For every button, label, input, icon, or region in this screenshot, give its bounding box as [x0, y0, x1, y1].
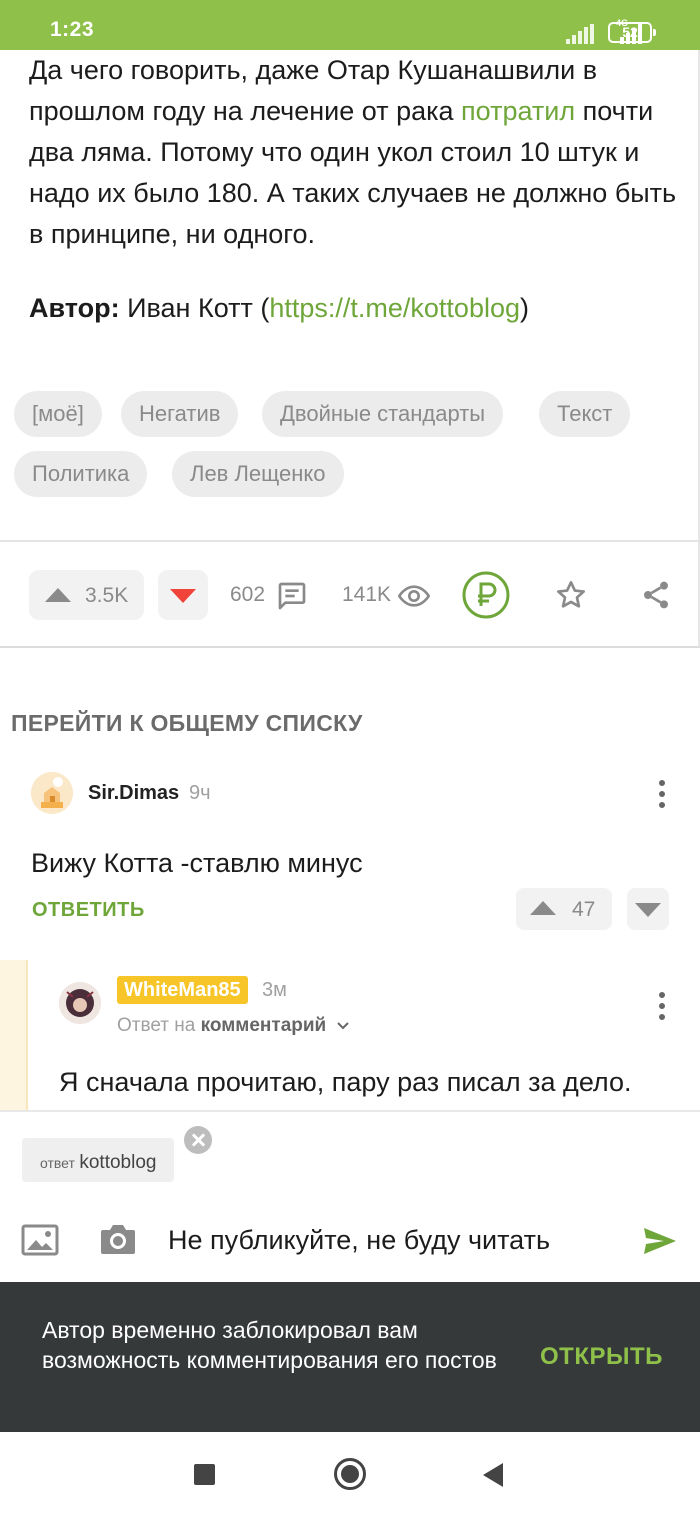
user-avatar-icon — [59, 982, 101, 1024]
snackbar: Автор временно заблокировал вам возможно… — [0, 1282, 700, 1432]
status-time: 1:23 — [50, 18, 95, 41]
system-nav-bar — [0, 1432, 700, 1517]
reply-to-link[interactable]: Ответ на комментарий — [117, 1015, 350, 1037]
goto-all-comments-link[interactable]: ПЕРЕЙТИ К ОБЩЕМУ СПИСКУ — [11, 710, 363, 737]
tag-chip[interactable]: Лев Лещенко — [172, 451, 344, 497]
author-line: Автор: Иван Котт (https://t.me/kottoblog… — [29, 293, 529, 324]
arrow-up-icon — [45, 588, 71, 602]
tag-chip[interactable]: Негатив — [121, 391, 239, 437]
comment-time: 3м — [262, 979, 287, 1001]
comment-author-badge[interactable]: WhiteMan85 — [117, 976, 248, 1004]
send-icon[interactable] — [642, 1226, 678, 1256]
avatar[interactable] — [31, 772, 73, 814]
snackbar-message: Автор временно заблокировал вам возможно… — [42, 1317, 497, 1373]
close-icon[interactable] — [184, 1126, 212, 1154]
reply-composer: ответ kottoblog — [0, 1110, 700, 1282]
post-content: Да чего говорить, даже Отар Кушанашвили … — [0, 50, 700, 648]
comment-icon[interactable] — [276, 580, 308, 612]
post-actions: 3.5K 602 141K — [0, 570, 700, 622]
post-paragraph: Да чего говорить, даже Отар Кушанашвили … — [29, 50, 679, 255]
eye-icon — [398, 585, 430, 607]
tag-chip[interactable]: Текст — [539, 391, 631, 437]
share-icon[interactable] — [640, 579, 672, 611]
reply-thread-indicator[interactable] — [0, 960, 28, 1116]
comment-author[interactable]: Sir.Dimas — [88, 782, 179, 805]
downvote-button[interactable] — [158, 570, 208, 620]
recent-apps-icon[interactable] — [194, 1464, 215, 1485]
comment-upvote-button[interactable]: 47 — [516, 888, 612, 930]
avatar[interactable] — [59, 982, 101, 1024]
comments-section: ПЕРЕЙТИ К ОБЩЕМУ СПИСКУ Sir.Dimas 9ч Виж… — [0, 676, 700, 1116]
comment-input[interactable] — [168, 1218, 608, 1262]
author-label: Автор: — [29, 293, 120, 323]
image-icon[interactable] — [21, 1224, 59, 1256]
reply-to-prefix: Ответ на — [117, 1015, 196, 1036]
reply-chip-name: kottoblog — [79, 1152, 157, 1173]
reply-to-target: комментарий — [200, 1015, 327, 1036]
tag-chip[interactable]: Двойные стандарты — [262, 391, 504, 437]
camera-icon[interactable] — [99, 1222, 137, 1256]
battery-icon: 52 — [608, 22, 656, 43]
status-bar: 1:23 4G 52 — [0, 0, 700, 50]
upvote-button[interactable]: 3.5K — [29, 570, 144, 620]
more-options-icon[interactable] — [659, 780, 665, 813]
arrow-down-icon — [635, 903, 661, 917]
back-icon[interactable] — [483, 1463, 503, 1487]
reply-chip-label: ответ — [40, 1155, 75, 1171]
user-avatar-icon — [31, 772, 73, 814]
tag-chip[interactable]: Политика — [14, 451, 148, 497]
snackbar-open-button[interactable]: ОТКРЫТЬ — [540, 1343, 663, 1371]
comment-rating: 47 — [572, 898, 596, 921]
author-close: ) — [520, 293, 529, 323]
comment-text: Я сначала прочитаю, пару раз писал за де… — [59, 1067, 632, 1097]
views-count: 141K — [342, 583, 392, 606]
more-options-icon[interactable] — [659, 992, 665, 1025]
comment-time: 9ч — [189, 782, 211, 804]
divider — [0, 540, 700, 542]
author-name: Иван Котт ( — [119, 293, 270, 323]
upvote-count: 3.5K — [85, 584, 129, 607]
comment-downvote-button[interactable] — [627, 888, 669, 930]
tag-chip[interactable]: [моё] — [14, 391, 102, 437]
comment-text: Вижу Котта -ставлю минус — [31, 848, 363, 878]
reply-target-chip: ответ kottoblog — [22, 1138, 175, 1182]
donate-ruble-icon[interactable] — [461, 570, 511, 620]
comments-count: 602 — [230, 583, 266, 606]
star-icon[interactable] — [555, 579, 587, 611]
home-icon[interactable] — [334, 1458, 366, 1490]
author-link[interactable]: https://t.me/kottoblog — [269, 293, 520, 323]
signal-icon — [566, 24, 594, 44]
chevron-down-icon — [336, 1022, 349, 1030]
arrow-up-icon — [530, 901, 556, 915]
inline-link[interactable]: потратил — [461, 96, 575, 126]
reply-button[interactable]: ОТВЕТИТЬ — [32, 899, 145, 922]
arrow-down-icon — [170, 589, 196, 603]
